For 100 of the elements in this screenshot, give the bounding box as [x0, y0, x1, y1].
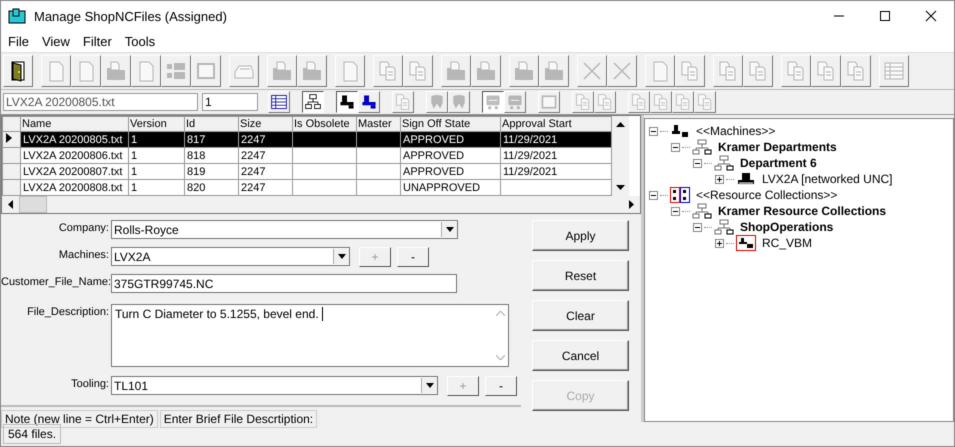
row-header[interactable]: [2, 132, 20, 148]
column-header[interactable]: Master: [356, 116, 400, 132]
column-header[interactable]: Size: [238, 116, 292, 132]
column-header[interactable]: Version: [128, 116, 184, 132]
action-button[interactable]: Reset: [532, 260, 629, 291]
column-header[interactable]: Name: [20, 116, 128, 132]
machine-icon: [360, 93, 378, 111]
toolbar-button[interactable]: [302, 91, 324, 113]
table-cell: APPROVED: [403, 134, 464, 146]
customer-file-name-field[interactable]: 375GTR99745.NC: [111, 274, 457, 293]
tree-item[interactable]: <<Resource Collections>>: [696, 188, 838, 202]
toolbar-button[interactable]: [336, 91, 358, 113]
file-name-field[interactable]: LVX2A 20200805.txt: [3, 93, 198, 111]
collapse-icon[interactable]: [649, 190, 658, 200]
tree-item[interactable]: Department 6: [740, 156, 817, 170]
scroll-left-icon[interactable]: [8, 200, 13, 209]
hint-text: Enter Brief File Descrtiption:: [160, 410, 318, 428]
folder-icon: [301, 60, 323, 82]
table-cell: APPROVED: [403, 166, 464, 178]
field-label: Company:: [58, 221, 110, 234]
table-cell: LVX2A 20200808.txt: [23, 182, 122, 194]
table-cell: 819: [187, 166, 206, 178]
scrollbar-thumb[interactable]: [19, 196, 47, 213]
column-header[interactable]: Id: [184, 116, 238, 132]
tree-item[interactable]: RC_VBM: [762, 236, 812, 250]
table-icon: [270, 93, 288, 111]
table-cell: 1: [131, 150, 138, 162]
table-cell: 11/29/2021: [503, 134, 558, 146]
action-button[interactable]: Clear: [532, 300, 629, 331]
collapse-icon[interactable]: [671, 206, 680, 216]
table-cell: LVX2A 20200805.txt: [23, 134, 122, 146]
dropdown-arrow-icon: [338, 254, 346, 259]
cross-icon: [581, 60, 603, 82]
expand-icon[interactable]: [715, 174, 724, 184]
menu-item[interactable]: View: [42, 34, 70, 49]
tree-item[interactable]: LVX2A [networked UNC]: [762, 172, 893, 186]
dropdown-arrow-icon: [446, 227, 454, 232]
table-cell: 1: [131, 134, 138, 146]
scroll-down-icon[interactable]: [616, 185, 625, 190]
column-header[interactable]: Is Obsolete: [292, 116, 356, 132]
hierarchy-icon: [692, 139, 712, 155]
collapse-icon[interactable]: [693, 222, 702, 232]
folder-icon: [271, 60, 293, 82]
table-cell: 2247: [241, 150, 266, 162]
collapse-icon[interactable]: [671, 142, 680, 152]
company-dropdown[interactable]: Rolls-Royce: [111, 220, 458, 239]
table-icon: [883, 60, 905, 82]
scroll-up-icon[interactable]: [616, 122, 625, 127]
table-cell: 2247: [241, 182, 266, 194]
cross-icon: [611, 60, 633, 82]
row-pointer-icon: [5, 133, 13, 143]
table-cell: 2247: [241, 166, 266, 178]
app-icon: [8, 8, 26, 24]
horizontal-scrollbar[interactable]: [2, 196, 640, 213]
status-text: 564 files.: [3, 424, 62, 444]
tree-item[interactable]: <<Machines>>: [696, 124, 776, 138]
tooling-dropdown[interactable]: TL101: [111, 376, 438, 395]
menu-item[interactable]: Filter: [82, 34, 112, 49]
expand-icon[interactable]: [715, 238, 724, 248]
documents-icon: [696, 93, 714, 111]
remove-button[interactable]: -: [485, 376, 517, 396]
action-button[interactable]: Apply: [532, 220, 629, 251]
window-icon: [540, 93, 558, 111]
table-cell: LVX2A 20200807.txt: [23, 166, 122, 178]
collapse-icon[interactable]: [693, 158, 702, 168]
remove-button[interactable]: -: [397, 247, 429, 267]
hierarchy-icon: [304, 93, 322, 111]
table-cell: 11/29/2021: [503, 150, 558, 162]
dropdown-arrow-icon: [426, 383, 434, 388]
menu-item[interactable]: File: [8, 34, 29, 49]
folder-icon: [543, 60, 565, 82]
folder-icon: [445, 60, 467, 82]
tree-item[interactable]: Kramer Departments: [718, 140, 837, 154]
action-button[interactable]: Cancel: [532, 340, 629, 371]
collapse-icon[interactable]: [649, 126, 658, 136]
field-label: File_Description:: [26, 305, 110, 318]
column-header[interactable]: Approval Start: [500, 116, 612, 132]
documents-icon: [652, 93, 670, 111]
documents-icon: [394, 93, 412, 111]
window-icon: [195, 60, 217, 82]
machines-dropdown[interactable]: LVX2A: [111, 247, 350, 266]
version-field[interactable]: 1: [202, 93, 258, 111]
hierarchy-icon: [692, 203, 712, 219]
maximize-icon[interactable]: [879, 10, 891, 22]
table-cell: 1: [131, 166, 138, 178]
table-cell: APPROVED: [403, 150, 464, 162]
table-cell: 11/29/2021: [503, 166, 558, 178]
column-header[interactable]: Sign Off State: [400, 116, 500, 132]
hint-text: Note (new line = Ctrl+Enter): [1, 410, 158, 428]
cart-icon: [506, 93, 524, 111]
scroll-right-icon[interactable]: [629, 200, 634, 209]
machine-icon: [338, 93, 356, 111]
tree-item[interactable]: ShopOperations: [740, 220, 834, 234]
table-cell: UNAPPROVED: [403, 182, 480, 194]
vertical-scrollbar[interactable]: [612, 116, 629, 196]
field-label: Tooling:: [70, 377, 110, 390]
tree-item[interactable]: Kramer Resource Collections: [718, 204, 886, 218]
menu-item[interactable]: Tools: [124, 34, 156, 49]
hierarchy-icon: [714, 155, 734, 171]
close-icon[interactable]: [925, 10, 937, 22]
